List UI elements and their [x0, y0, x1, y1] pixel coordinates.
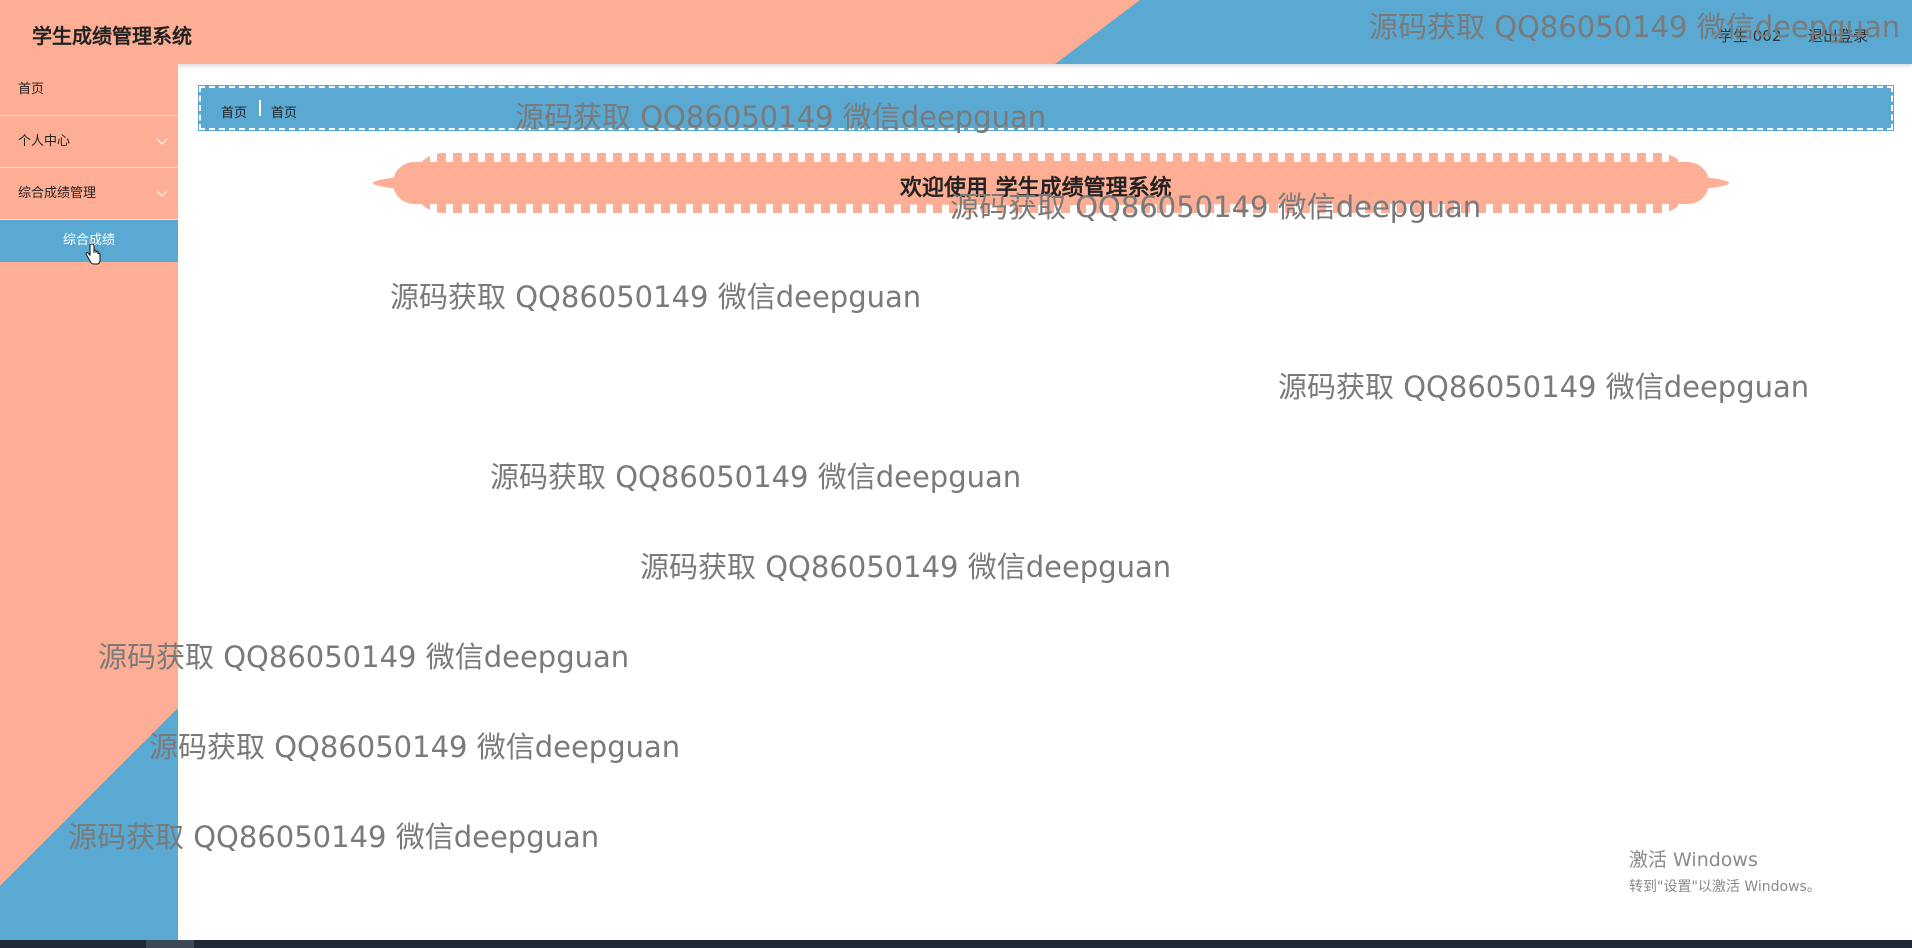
watermark-text: 源码获取 QQ86050149 微信deepguan — [640, 550, 1172, 584]
current-user: 学生 002 — [1718, 27, 1782, 45]
watermark-text: 源码获取 QQ86050149 微信deepguan — [149, 730, 681, 764]
sidebar-item-grade-management[interactable]: 综合成绩管理 — [0, 168, 178, 220]
logout-link[interactable]: 退出登录 — [1808, 25, 1868, 46]
hand-cursor-icon — [85, 244, 101, 265]
sidebar: 首页 个人中心 综合成绩管理 综合成绩 — [0, 64, 178, 940]
breadcrumb-current[interactable]: 首页 — [271, 102, 297, 121]
watermark-text: 源码获取 QQ86050149 微信deepguan — [490, 460, 1022, 494]
windows-activation-title: 激活 Windows — [1629, 849, 1758, 871]
sidebar-item-home[interactable]: 首页 — [0, 64, 178, 116]
sidebar-item-personal-center[interactable]: 个人中心 — [0, 116, 178, 168]
chevron-down-icon — [156, 133, 168, 145]
watermark-text: 源码获取 QQ86050149 微信deepguan — [1278, 370, 1810, 404]
watermark-text: 源码获取 QQ86050149 微信deepguan — [390, 280, 922, 314]
top-header: 学生成绩管理系统 学生 002 退出登录 — [0, 0, 1912, 64]
windows-activation-notice: 激活 Windows 转到"设置"以激活 Windows。 — [1629, 845, 1821, 896]
breadcrumb-home[interactable]: 首页 — [221, 102, 247, 121]
breadcrumb-separator — [259, 100, 261, 116]
chevron-down-icon — [156, 185, 168, 197]
sidebar-item-label: 首页 — [18, 82, 45, 97]
taskbar — [0, 940, 1912, 948]
windows-activation-subtitle: 转到"设置"以激活 Windows。 — [1629, 879, 1821, 895]
taskbar-item[interactable] — [146, 940, 194, 948]
breadcrumb: 首页 首页 — [198, 85, 1894, 131]
app-title: 学生成绩管理系统 — [32, 24, 192, 48]
welcome-title: 欢迎使用 学生成绩管理系统 — [900, 176, 1172, 201]
sidebar-item-label: 综合成绩管理 — [18, 186, 97, 201]
header-blue-wedge — [1055, 0, 1912, 64]
sidebar-item-label: 个人中心 — [18, 134, 71, 149]
